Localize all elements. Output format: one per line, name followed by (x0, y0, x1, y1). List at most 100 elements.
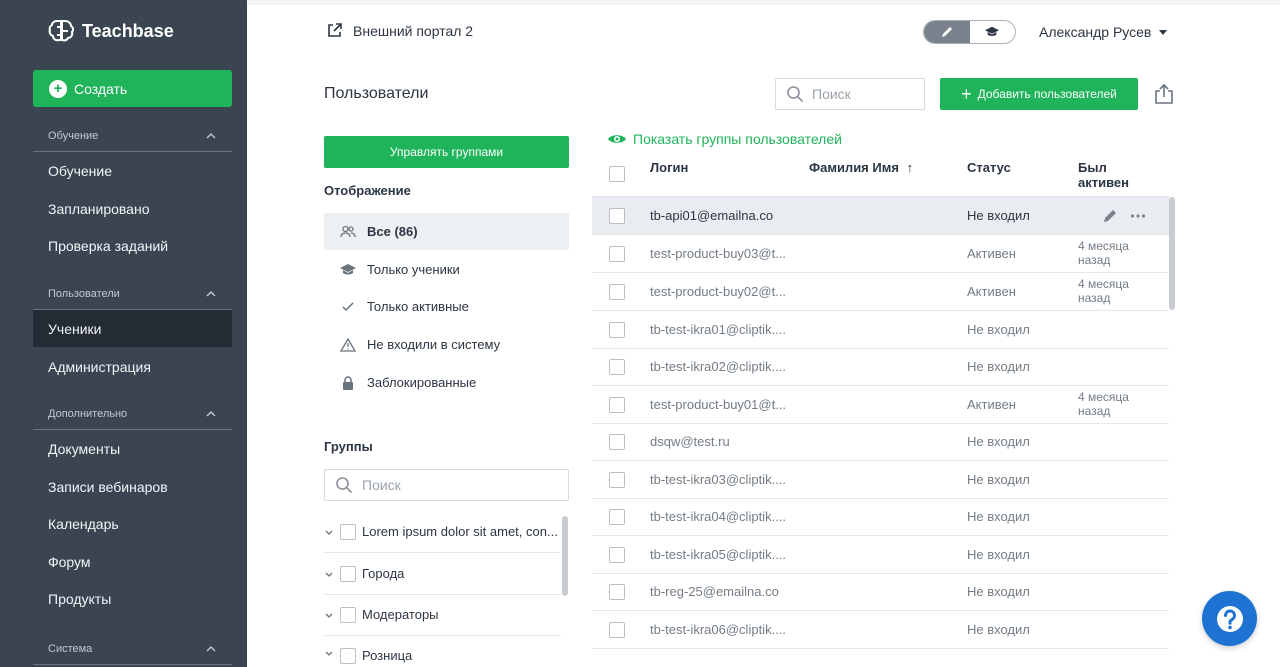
table-row[interactable]: test-product-buy03@t... Активен 4 месяца… (592, 235, 1169, 273)
show-groups-label: Показать группы пользователей (633, 131, 842, 147)
brand-logo[interactable]: Teachbase (48, 18, 174, 44)
column-name[interactable]: Фамилия Имя ↑ (809, 160, 913, 175)
table-row[interactable]: tb-api01@emailna.co Не входил (592, 197, 1169, 235)
table-row[interactable]: test-product-buy02@t... Активен 4 месяца… (592, 273, 1169, 311)
pencil-icon[interactable] (1102, 208, 1118, 224)
create-button[interactable]: + Создать (33, 70, 232, 107)
chevron-down-icon[interactable] (324, 527, 334, 537)
group-checkbox[interactable] (340, 606, 356, 623)
groups-scrollbar[interactable] (562, 516, 568, 596)
chevron-down-icon[interactable] (324, 569, 334, 579)
nav-item-calendar[interactable]: Календарь (33, 505, 232, 542)
row-checkbox[interactable] (609, 622, 625, 638)
group-label: Lorem ipsum dolor sit amet, con... (362, 524, 558, 539)
row-status: Не входил (967, 208, 1030, 223)
table-row[interactable]: tb-test-ikra06@cliptik.... Не входил (592, 611, 1169, 649)
add-users-label: Добавить пользователей (977, 87, 1117, 101)
group-item[interactable]: Lorem ipsum dolor sit amet, con... (324, 511, 561, 553)
section-header-extra[interactable]: Дополнительно (33, 398, 232, 430)
add-users-button[interactable]: + Добавить пользователей (940, 78, 1138, 110)
user-search-input[interactable] (812, 86, 912, 102)
row-status: Активен (967, 397, 1016, 412)
row-checkbox[interactable] (609, 397, 625, 413)
row-checkbox[interactable] (609, 246, 625, 262)
group-checkbox[interactable] (340, 648, 356, 664)
filter-students-only[interactable]: Только ученики (324, 251, 569, 288)
filter-label: Все (86) (367, 224, 418, 239)
table-scrollbar[interactable] (1169, 197, 1175, 310)
filter-never-logged-in[interactable]: Не входили в систему (324, 326, 569, 363)
chevron-down-icon[interactable] (324, 610, 334, 620)
filter-active-only[interactable]: Только активные (324, 288, 569, 325)
row-checkbox[interactable] (609, 509, 625, 525)
filter-blocked[interactable]: Заблокированные (324, 364, 569, 401)
section-header-users[interactable]: Пользователи (33, 278, 232, 310)
row-last-active: 4 месяца назад (1078, 277, 1129, 305)
student-mode-toggle[interactable] (970, 21, 1016, 43)
nav-item-students[interactable]: Ученики (33, 310, 232, 347)
row-checkbox[interactable] (609, 434, 625, 450)
row-checkbox[interactable] (609, 547, 625, 563)
section-header-system[interactable]: Система (33, 633, 232, 665)
row-status: Не входил (967, 547, 1030, 562)
row-checkbox[interactable] (609, 208, 625, 224)
table-header: Логин Фамилия Имя ↑ Статус Был активен (592, 155, 1169, 197)
row-checkbox[interactable] (609, 359, 625, 375)
section-label: Пользователи (48, 287, 120, 300)
table-row[interactable]: tb-test-ikra05@cliptik.... Не входил (592, 536, 1169, 574)
select-all-checkbox[interactable] (609, 166, 625, 182)
group-checkbox[interactable] (340, 523, 356, 540)
nav-item-planned[interactable]: Запланировано (33, 190, 232, 227)
group-label: Розница (362, 648, 413, 663)
export-icon[interactable] (1153, 83, 1175, 105)
manage-groups-button[interactable]: Управлять группами (324, 136, 569, 168)
table-row[interactable]: tb-test-ikra04@cliptik.... Не входил (592, 498, 1169, 536)
table-row[interactable]: tb-test-ikra03@cliptik.... Не входил (592, 461, 1169, 499)
group-item[interactable]: Модераторы (324, 594, 561, 636)
row-status: Активен (967, 284, 1016, 299)
column-status[interactable]: Статус (967, 160, 1011, 175)
table-row[interactable]: dsqw@test.ru Не входил (592, 423, 1169, 461)
nav-item-products[interactable]: Продукты (33, 580, 232, 617)
nav-item-forum[interactable]: Форум (33, 543, 232, 580)
brain-icon (48, 20, 75, 42)
user-menu[interactable]: Александр Русев (1039, 24, 1168, 40)
edit-mode-toggle[interactable] (924, 21, 970, 43)
help-button[interactable] (1202, 591, 1257, 646)
table-row[interactable]: test-product-buy01@t... Активен 4 месяца… (592, 386, 1169, 424)
more-icon[interactable] (1130, 208, 1146, 224)
nav-item-administration[interactable]: Администрация (33, 348, 232, 385)
section-header-learning[interactable]: Обучение (33, 120, 232, 152)
user-search (775, 78, 925, 110)
nav-item-documents[interactable]: Документы (33, 430, 232, 467)
groups-search-input[interactable] (362, 477, 462, 493)
group-label: Модераторы (362, 607, 439, 622)
row-last-active: 4 месяца назад (1078, 390, 1129, 418)
nav-item-webinar-records[interactable]: Записи вебинаров (33, 468, 232, 505)
nav-item-task-review[interactable]: Проверка заданий (33, 227, 232, 264)
column-login[interactable]: Логин (650, 160, 688, 175)
section-label: Дополнительно (48, 407, 128, 420)
table-row[interactable]: tb-test-ikra02@cliptik.... Не входил (592, 348, 1169, 386)
show-user-groups-toggle[interactable]: Показать группы пользователей (607, 131, 842, 147)
group-checkbox[interactable] (340, 565, 356, 582)
row-checkbox[interactable] (609, 322, 625, 338)
filter-all[interactable]: Все (86) (324, 213, 569, 250)
chevron-down-icon[interactable] (324, 648, 334, 658)
groups-search (324, 469, 569, 501)
row-checkbox[interactable] (609, 284, 625, 300)
chevron-up-icon (206, 132, 216, 138)
row-checkbox[interactable] (609, 584, 625, 600)
nav-item-learning[interactable]: Обучение (33, 152, 232, 189)
graduation-cap-icon (985, 26, 1000, 36)
row-status: Не входил (967, 622, 1030, 637)
filter-label: Только ученики (367, 262, 460, 277)
group-item[interactable]: Города (324, 553, 561, 595)
row-status: Не входил (967, 359, 1030, 374)
group-item[interactable]: Розница (324, 636, 561, 667)
table-row[interactable]: tb-test-ikra01@cliptik.... Не входил (592, 311, 1169, 349)
row-checkbox[interactable] (609, 472, 625, 488)
table-row[interactable]: tb-reg-25@emailna.co Не входил (592, 573, 1169, 611)
column-last-active[interactable]: Был активен (1078, 160, 1138, 190)
portal-link[interactable]: Внешний портал 2 (326, 22, 473, 39)
